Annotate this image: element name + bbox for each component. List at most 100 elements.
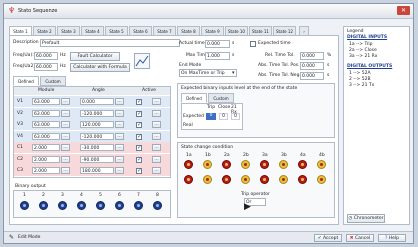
state-condition-toggle[interactable] xyxy=(260,175,269,184)
binary-output-toggle[interactable] xyxy=(115,201,124,210)
module-ellipsis-button[interactable]: … xyxy=(61,167,70,174)
row-ellipsis-button[interactable]: … xyxy=(152,167,161,174)
binary-output-toggle[interactable] xyxy=(58,201,67,210)
module-ellipsis-button[interactable]: … xyxy=(61,144,70,151)
exp-21rx-cell[interactable]: 0 xyxy=(231,113,240,120)
state-condition-toggle[interactable] xyxy=(222,160,231,169)
state-condition-toggle[interactable] xyxy=(279,160,288,169)
state-condition-toggle[interactable] xyxy=(203,160,212,169)
exp-close-cell[interactable]: 0 xyxy=(219,113,228,120)
module-input[interactable]: 63.000 xyxy=(32,98,60,105)
binary-output-toggle[interactable] xyxy=(77,201,86,210)
angle-ellipsis-button[interactable]: … xyxy=(115,109,124,117)
freq1-input[interactable]: 60.000 xyxy=(34,52,58,60)
active-checkbox[interactable] xyxy=(136,133,142,140)
exp-subtab-defined[interactable]: Defined xyxy=(181,93,207,103)
angle-input[interactable]: 0.000 xyxy=(80,98,114,105)
angle-ellipsis-button[interactable]: … xyxy=(115,144,124,151)
binary-output-toggle[interactable] xyxy=(134,201,143,210)
expected-time-checkbox[interactable] xyxy=(250,41,256,47)
module-input[interactable]: 63.000 xyxy=(32,121,60,128)
freq2-input[interactable]: 60.000 xyxy=(34,63,58,71)
state-condition-toggle[interactable] xyxy=(184,160,193,169)
angle-input[interactable]: -90.000 xyxy=(80,155,114,163)
binary-output-toggle[interactable] xyxy=(96,201,105,210)
module-input[interactable]: 63.000 xyxy=(32,109,60,117)
state-condition-toggle[interactable] xyxy=(317,160,326,169)
max-time-input[interactable]: 1.000 xyxy=(205,52,230,60)
angle-input[interactable]: 120.000 xyxy=(80,121,114,128)
exp-trip-cell[interactable]: 0 xyxy=(206,113,216,120)
table-row: C12.000…-30.000…… xyxy=(14,142,170,153)
angle-ellipsis-button[interactable]: … xyxy=(115,167,124,174)
row-ellipsis-button[interactable]: … xyxy=(152,109,161,117)
angle-input[interactable]: 180.000 xyxy=(80,167,114,174)
fault-calculator-button[interactable]: Fault Calculator xyxy=(70,52,120,61)
module-ellipsis-button[interactable]: … xyxy=(61,155,70,163)
active-checkbox[interactable] xyxy=(136,98,142,105)
state-condition-toggle[interactable] xyxy=(241,175,250,184)
binary-output-group: 1 2 3 4 5 6 7 8 xyxy=(13,190,171,218)
actual-time-input[interactable]: 0.000 xyxy=(205,40,230,48)
state-condition-toggle[interactable] xyxy=(184,175,193,184)
state-condition-toggle[interactable] xyxy=(317,175,326,184)
module-input[interactable]: 63.000 xyxy=(32,132,60,140)
module-input[interactable]: 2.000 xyxy=(32,167,60,174)
row-ellipsis-button[interactable]: … xyxy=(152,132,161,140)
row-ellipsis-button[interactable]: … xyxy=(152,144,161,151)
state-condition-toggle[interactable] xyxy=(222,175,231,184)
binary-output-number: 4 xyxy=(80,193,83,198)
angle-ellipsis-button[interactable]: … xyxy=(115,121,124,128)
state-condition-toggle[interactable] xyxy=(279,175,288,184)
accept-button[interactable]: ✔ Accept xyxy=(314,234,342,242)
graph-button[interactable] xyxy=(134,53,150,69)
active-checkbox[interactable] xyxy=(136,144,142,151)
state-condition-toggle[interactable] xyxy=(298,175,307,184)
exp-subtab-custom[interactable]: Custom xyxy=(208,93,234,103)
end-mode-select[interactable]: On MaxTime or Trip xyxy=(179,69,237,77)
active-checkbox[interactable] xyxy=(136,110,142,117)
calculator-formula-button[interactable]: Calculator with Formula xyxy=(70,63,130,72)
binary-output-toggle[interactable] xyxy=(20,201,29,210)
row-ellipsis-button[interactable]: … xyxy=(152,98,161,105)
state-condition-toggle[interactable] xyxy=(298,160,307,169)
description-input[interactable]: Prefault xyxy=(40,39,180,47)
binary-output-toggle[interactable] xyxy=(153,201,162,210)
state-input-label: 1b xyxy=(205,153,211,158)
binary-output-toggle[interactable] xyxy=(39,201,48,210)
module-ellipsis-button[interactable]: … xyxy=(61,121,70,128)
row-ellipsis-button[interactable]: … xyxy=(152,121,161,128)
module-ellipsis-button[interactable]: … xyxy=(61,132,70,140)
freq1-label: Freq(Ua): xyxy=(13,53,34,58)
module-ellipsis-button[interactable]: … xyxy=(61,109,70,117)
angle-input[interactable]: -120.000 xyxy=(80,109,114,117)
active-checkbox[interactable] xyxy=(136,167,142,174)
abs-tol-neg-input[interactable]: 0.000 xyxy=(300,72,324,80)
active-checkbox[interactable] xyxy=(136,156,142,163)
cancel-button[interactable]: ✖ Cancel xyxy=(346,234,374,242)
module-input[interactable]: 2.000 xyxy=(32,144,60,151)
subtab-defined[interactable]: Defined xyxy=(13,76,39,86)
help-button[interactable]: ? Help xyxy=(378,234,406,242)
angle-ellipsis-button[interactable]: … xyxy=(115,98,124,105)
table-row: C22.000…-90.000…… xyxy=(14,153,170,165)
abs-tol-pos-input[interactable]: 0.000 xyxy=(300,62,324,70)
module-ellipsis-button[interactable]: … xyxy=(61,98,70,105)
chronometer-button[interactable]: ◷ Chronometer xyxy=(347,214,385,223)
close-button[interactable]: ✕ xyxy=(397,6,410,15)
rel-time-tol-input[interactable]: 0.000 xyxy=(300,52,324,60)
angle-ellipsis-button[interactable]: … xyxy=(115,155,124,163)
subtab-custom[interactable]: Custom xyxy=(40,76,66,86)
footer-bar: ✎ Edit Mode ✔ Accept ✖ Cancel ? Help xyxy=(4,231,413,243)
expected-binary-label: Expected binary inputs level at the end … xyxy=(181,86,298,91)
active-checkbox[interactable] xyxy=(136,121,142,128)
pencil-icon: ✎ xyxy=(9,234,15,241)
module-input[interactable]: 2.000 xyxy=(32,155,60,163)
state-condition-toggle[interactable] xyxy=(241,160,250,169)
row-ellipsis-button[interactable]: … xyxy=(152,155,161,163)
angle-input[interactable]: -120.000 xyxy=(80,132,114,140)
angle-ellipsis-button[interactable]: … xyxy=(115,132,124,140)
state-condition-toggle[interactable] xyxy=(260,160,269,169)
angle-input[interactable]: -30.000 xyxy=(80,144,114,151)
state-condition-toggle[interactable] xyxy=(203,175,212,184)
